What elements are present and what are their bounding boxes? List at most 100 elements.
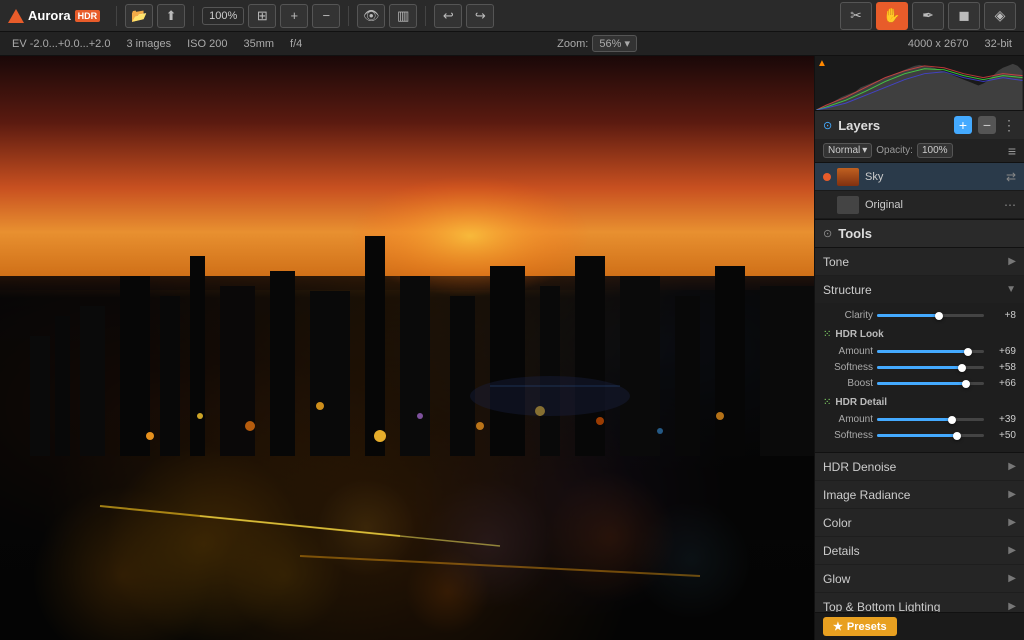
layers-add-button[interactable]: + [954,116,972,134]
open-file-button[interactable]: 📂 [125,4,153,28]
hdr-tool-button[interactable]: ◈ [984,2,1016,30]
hdr-detail-softness-track[interactable] [877,434,984,437]
layer-original-settings[interactable]: ⋯ [1004,198,1016,212]
hdr-look-softness-thumb[interactable] [958,364,966,372]
tool-tone-row[interactable]: Tone ▶ [815,248,1024,276]
hdr-detail-softness-thumb[interactable] [953,432,961,440]
structure-content: Clarity +8 ⁙ HDR Look Amount [815,304,1024,453]
layers-tool-button[interactable]: ◼ [948,2,980,30]
hdr-look-softness-track[interactable] [877,366,984,369]
hdr-look-boost-track[interactable] [877,382,984,385]
tool-hdr-denoise-row[interactable]: HDR Denoise ▶ [815,453,1024,481]
resolution-info: 4000 x 2670 [908,38,969,50]
histogram: ▲ [815,56,1024,111]
toolbar-sep-1 [116,6,117,26]
zoom-out-button[interactable]: − [312,4,340,28]
zoom-value[interactable]: 56% ▾ [592,35,637,52]
layer-original[interactable]: Original ⋯ [815,191,1024,219]
layers-menu-button[interactable]: ⋮ [1002,117,1016,134]
hdr-look-amount-track[interactable] [877,350,984,353]
hdr-look-amount-fill [877,350,968,353]
hand-tool-button[interactable]: ✋ [876,2,908,30]
tool-color-row[interactable]: Color ▶ [815,509,1024,537]
blend-mode-select[interactable]: Normal ▾ [823,143,872,158]
tool-color-label: Color [823,516,1008,530]
hdr-detail-amount-thumb[interactable] [948,416,956,424]
zoom-in-button[interactable]: + [280,4,308,28]
clarity-thumb[interactable] [935,312,943,320]
hdr-detail-amount-fill [877,418,952,421]
hdr-detail-softness-label: Softness [823,430,873,441]
layer-original-thumb [837,196,859,214]
presets-bar: ★ Presets [815,612,1024,640]
tool-glow-row[interactable]: Glow ▶ [815,565,1024,593]
export-button[interactable]: ⬆ [157,4,185,28]
opacity-value[interactable]: 100% [917,143,953,158]
tool-image-radiance-row[interactable]: Image Radiance ▶ [815,481,1024,509]
zoom-100-button[interactable]: 100% [202,7,244,25]
hdr-detail-amount-track[interactable] [877,418,984,421]
layers-header[interactable]: ⊙ Layers + − ⋮ [815,111,1024,139]
tool-glow-arrow: ▶ [1008,573,1016,584]
tool-hdr-denoise-arrow: ▶ [1008,461,1016,472]
crop-button[interactable]: ✂ [840,2,872,30]
preview-button[interactable]: 👁 [357,4,385,28]
tool-top-bottom-label: Top & Bottom Lighting [823,600,1008,613]
info-right: 4000 x 2670 32-bit [908,38,1012,50]
undo-button[interactable]: ↩ [434,4,462,28]
tools-collapse-icon: ⊙ [823,227,832,240]
tool-hdr-denoise-label: HDR Denoise [823,460,1008,474]
app-name: Aurora [28,8,71,23]
tool-details-row[interactable]: Details ▶ [815,537,1024,565]
compare-button[interactable]: ▥ [389,4,417,28]
tool-details-label: Details [823,544,1008,558]
aperture-info: f/4 [290,38,302,50]
layers-toolbar: Normal ▾ Opacity: 100% ≡ [815,139,1024,163]
zoom-info: Zoom: 56% ▾ [557,35,637,52]
layer-sky[interactable]: Sky ⇄ [815,163,1024,191]
histogram-warning: ▲ [817,58,827,69]
hdr-look-amount-thumb[interactable] [964,348,972,356]
bitdepth-info: 32-bit [984,38,1012,50]
layer-sky-settings[interactable]: ⇄ [1006,170,1016,184]
canvas-image [0,56,814,640]
tools-section: ⊙ Tools Tone ▶ Structure ▼ Clarity [815,220,1024,612]
tool-top-bottom-row[interactable]: Top & Bottom Lighting ▶ [815,593,1024,612]
hdr-detail-amount-label: Amount [823,414,873,425]
clarity-track[interactable] [877,314,984,317]
tool-structure-arrow: ▼ [1006,284,1016,295]
hdr-look-boost-thumb[interactable] [962,380,970,388]
hdr-detail-icon: ⁙ [823,397,831,408]
toolbar: Aurora HDR 📂 ⬆ 100% ⊞ + − 👁 ▥ ↩ ↪ ✂ ✋ ✒ … [0,0,1024,32]
layers-remove-button[interactable]: − [978,116,996,134]
redo-button[interactable]: ↪ [466,4,494,28]
layer-sky-name: Sky [865,171,1000,183]
hdr-detail-amount-row: Amount +39 [823,414,1016,425]
tool-structure-label: Structure [823,283,1006,297]
hdr-detail-amount-value: +39 [988,414,1016,425]
presets-button[interactable]: ★ Presets [823,617,897,636]
city-overlay [0,56,814,640]
images-info: 3 images [126,38,171,50]
tool-structure-row[interactable]: Structure ▼ [815,276,1024,304]
clarity-label: Clarity [823,310,873,321]
layer-original-name: Original [865,199,998,211]
layer-active-dot [823,173,831,181]
hdr-look-header: ⁙ HDR Look [823,326,1016,343]
layer-sky-thumb [837,168,859,186]
toolbar-sep-4 [425,6,426,26]
pen-tool-button[interactable]: ✒ [912,2,944,30]
tool-glow-label: Glow [823,572,1008,586]
hdr-look-softness-value: +58 [988,362,1016,373]
tool-details-arrow: ▶ [1008,545,1016,556]
hdr-look-title: HDR Look [835,329,883,340]
canvas-area[interactable] [0,56,814,640]
tool-tone-label: Tone [823,255,1008,269]
fit-screen-button[interactable]: ⊞ [248,4,276,28]
hdr-look-softness-fill [877,366,962,369]
layers-options-button[interactable]: ≡ [1008,143,1016,159]
hdr-detail-softness-row: Softness +50 [823,430,1016,441]
toolbar-sep-2 [193,6,194,26]
hdr-detail-header: ⁙ HDR Detail [823,394,1016,411]
tools-header[interactable]: ⊙ Tools [815,220,1024,248]
